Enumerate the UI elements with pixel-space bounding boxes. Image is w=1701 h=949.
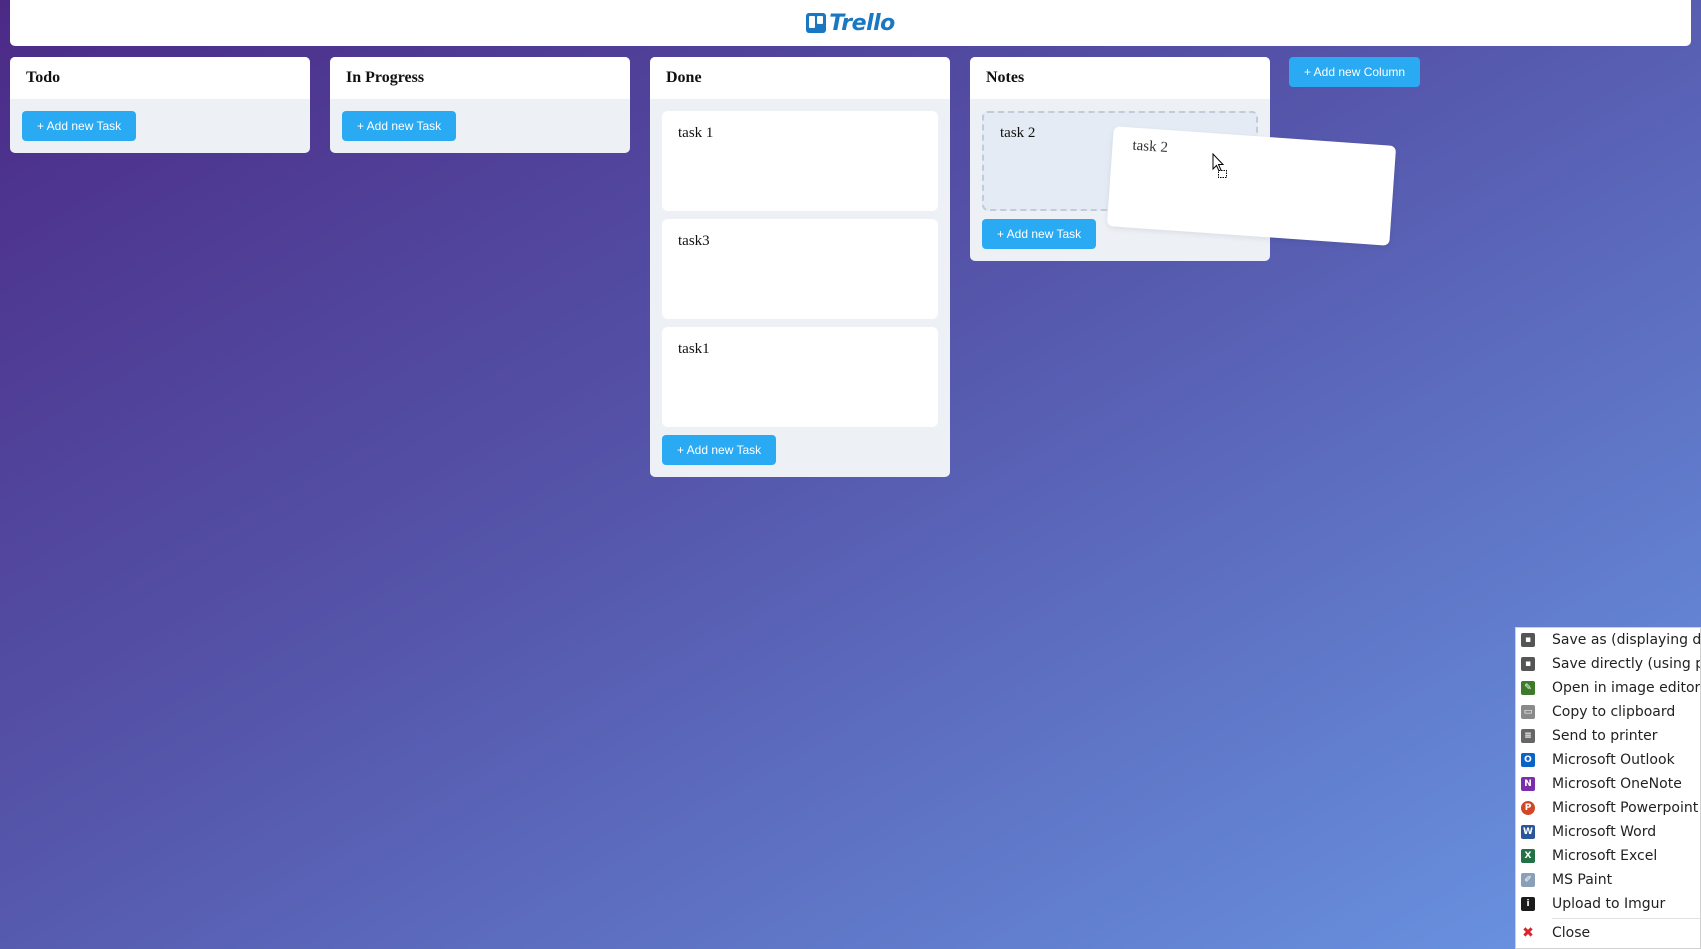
imgur-icon: i xyxy=(1521,897,1535,911)
menu-item-upload-imgur[interactable]: i Upload to Imgur xyxy=(1516,892,1700,916)
menu-item-close[interactable]: ✖ Close xyxy=(1516,921,1700,945)
trello-board-icon xyxy=(806,13,827,33)
add-task-button[interactable]: + Add new Task xyxy=(662,435,777,465)
menu-item-label: Open in image editor xyxy=(1552,680,1701,696)
menu-item-powerpoint[interactable]: P Microsoft Powerpoint xyxy=(1516,796,1700,820)
column-title: Notes xyxy=(986,69,1025,86)
menu-item-label: Microsoft Excel xyxy=(1552,848,1658,864)
menu-item-label: Copy to clipboard xyxy=(1552,704,1676,720)
column-title: Done xyxy=(666,69,702,86)
onenote-icon: N xyxy=(1521,777,1535,791)
paint-icon: ✐ xyxy=(1521,873,1535,887)
menu-item-label: Upload to Imgur xyxy=(1552,896,1666,912)
menu-separator xyxy=(1552,918,1700,919)
top-bar: Trello xyxy=(10,0,1691,46)
column-done: Done task 1 task3 task1 + Add new Task xyxy=(650,57,950,477)
word-icon: W xyxy=(1521,825,1535,839)
menu-item-onenote[interactable]: N Microsoft OneNote xyxy=(1516,772,1700,796)
save-icon: ▪ xyxy=(1521,657,1535,671)
menu-item-label: MS Paint xyxy=(1552,872,1613,888)
menu-item-save-directly[interactable]: ▪ Save directly (using preferences) xyxy=(1516,652,1700,676)
menu-item-label: Microsoft Powerpoint xyxy=(1552,800,1699,816)
column-body: task 1 task3 task1 + Add new Task xyxy=(650,99,950,477)
column-title: Todo xyxy=(26,69,61,86)
add-task-button[interactable]: + Add new Task xyxy=(342,111,457,141)
column-in-progress: In Progress + Add new Task xyxy=(330,57,630,153)
menu-item-label: Close xyxy=(1552,925,1591,941)
save-icon: ▪ xyxy=(1521,633,1535,647)
menu-item-label: Save directly (using preferences) xyxy=(1552,656,1700,672)
dragging-card[interactable]: task 2 xyxy=(1106,126,1397,246)
context-menu: ▪ Save as (displaying dialog) ▪ Save dir… xyxy=(1515,627,1701,949)
task-card[interactable]: task3 xyxy=(662,219,938,319)
column-body: + Add new Task xyxy=(10,99,310,153)
menu-item-excel[interactable]: X Microsoft Excel xyxy=(1516,844,1700,868)
image-editor-icon: ✎ xyxy=(1521,681,1535,695)
menu-item-label: Save as (displaying dialog) xyxy=(1552,632,1701,648)
clipboard-icon: ▭ xyxy=(1521,705,1535,719)
column-header: In Progress xyxy=(330,57,630,99)
column-header: Done xyxy=(650,57,950,99)
menu-item-open-image-editor[interactable]: ✎ Open in image editor xyxy=(1516,676,1700,700)
menu-item-save-as[interactable]: ▪ Save as (displaying dialog) xyxy=(1516,628,1700,652)
add-task-button[interactable]: + Add new Task xyxy=(22,111,137,141)
logo-text: Trello xyxy=(829,10,895,36)
menu-item-label: Microsoft OneNote xyxy=(1552,776,1682,792)
column-body: + Add new Task xyxy=(330,99,630,153)
menu-item-ms-paint[interactable]: ✐ MS Paint xyxy=(1516,868,1700,892)
menu-item-send-printer[interactable]: ≡ Send to printer xyxy=(1516,724,1700,748)
column-todo: Todo + Add new Task xyxy=(10,57,310,153)
menu-item-label: Send to printer xyxy=(1552,728,1658,744)
trello-logo[interactable]: Trello xyxy=(806,11,895,36)
menu-item-label: Microsoft Outlook xyxy=(1552,752,1675,768)
powerpoint-icon: P xyxy=(1521,801,1535,815)
menu-item-copy-clipboard[interactable]: ▭ Copy to clipboard xyxy=(1516,700,1700,724)
column-title: In Progress xyxy=(346,69,425,86)
move-cursor-icon xyxy=(1212,153,1227,178)
column-header: Todo xyxy=(10,57,310,99)
task-card[interactable]: task 1 xyxy=(662,111,938,211)
add-column-button[interactable]: + Add new Column xyxy=(1289,57,1421,87)
column-header: Notes xyxy=(970,57,1270,99)
excel-icon: X xyxy=(1521,849,1535,863)
menu-item-word[interactable]: W Microsoft Word xyxy=(1516,820,1700,844)
printer-icon: ≡ xyxy=(1521,729,1535,743)
menu-item-outlook[interactable]: O Microsoft Outlook xyxy=(1516,748,1700,772)
add-task-button[interactable]: + Add new Task xyxy=(982,219,1097,249)
task-card[interactable]: task1 xyxy=(662,327,938,427)
outlook-icon: O xyxy=(1521,753,1535,767)
close-icon: ✖ xyxy=(1522,925,1534,941)
menu-item-label: Microsoft Word xyxy=(1552,824,1657,840)
